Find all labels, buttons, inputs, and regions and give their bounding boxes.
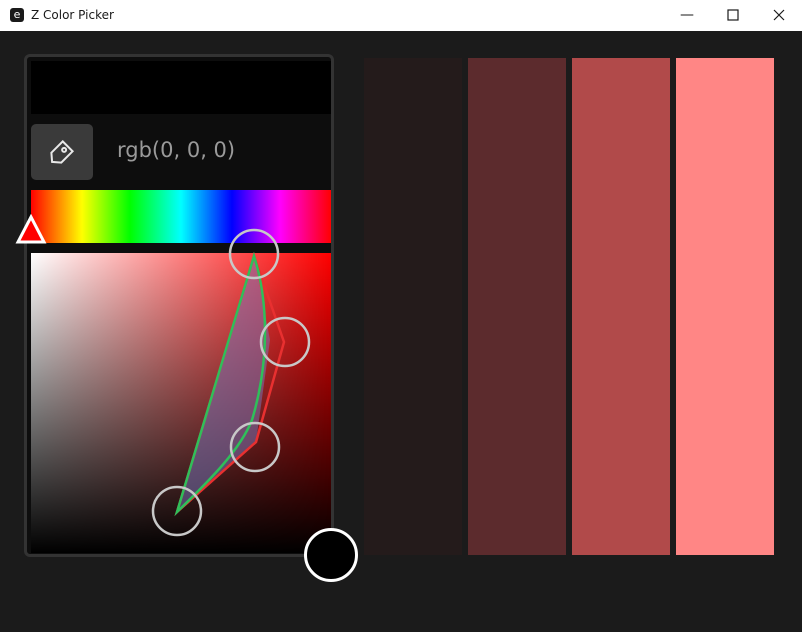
hue-slider-handle[interactable] (15, 214, 47, 244)
color-swatch[interactable] (364, 58, 462, 555)
saturation-value-area[interactable] (31, 253, 331, 553)
copy-color-button[interactable] (31, 124, 93, 180)
minimize-button[interactable]: — (664, 0, 710, 31)
close-icon (773, 9, 785, 21)
color-swatch[interactable] (676, 58, 774, 555)
app-icon: e (10, 8, 24, 22)
add-color-button[interactable] (304, 528, 358, 582)
rgb-value-text: rgb(0, 0, 0) (117, 138, 236, 162)
maximize-button[interactable] (710, 0, 756, 31)
color-preview (31, 61, 331, 114)
hue-slider[interactable] (31, 190, 331, 243)
color-swatch[interactable] (468, 58, 566, 555)
maximize-icon (727, 9, 739, 21)
close-button[interactable] (756, 0, 802, 31)
title-bar: e Z Color Picker — (0, 0, 802, 31)
tag-icon (50, 139, 75, 164)
color-swatch[interactable] (572, 58, 670, 555)
window-title: Z Color Picker (31, 8, 114, 22)
